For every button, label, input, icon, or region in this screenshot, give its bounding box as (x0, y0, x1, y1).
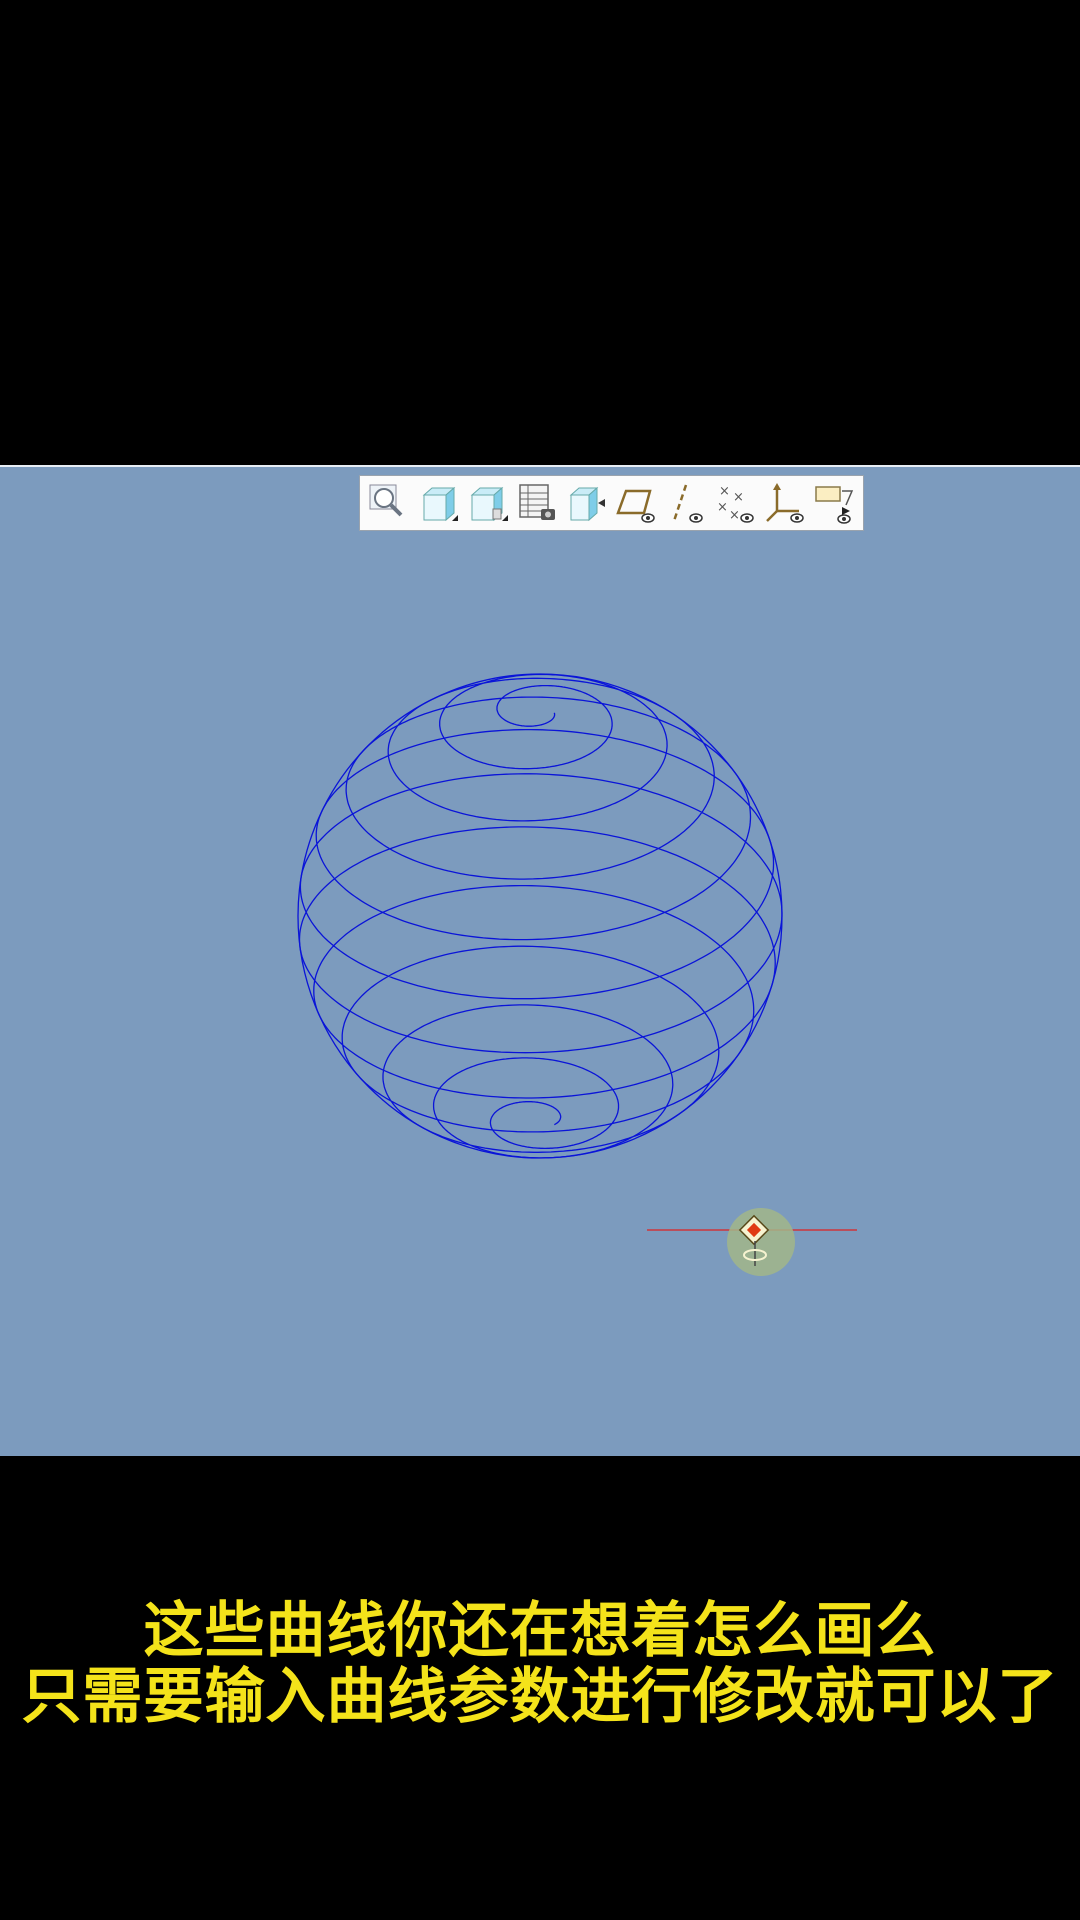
svg-text:×: × (719, 484, 730, 499)
coordinate-system-display-icon (765, 483, 804, 523)
datum-points-toggle[interactable]: × × × × (711, 478, 761, 528)
spin-center-highlight (727, 1208, 795, 1276)
datum-plane-display-icon (616, 489, 655, 523)
saved-views-button[interactable] (463, 478, 513, 528)
datum-axes-toggle[interactable] (661, 478, 711, 528)
view-orient-button[interactable] (414, 478, 464, 528)
layers-button[interactable] (513, 478, 563, 528)
svg-text:×: × (729, 508, 740, 523)
coordinate-systems-toggle[interactable] (760, 478, 810, 528)
coordinate-origin-marker[interactable] (640, 1200, 880, 1290)
reorient-cube-icon (569, 486, 605, 522)
svg-text:×: × (717, 500, 728, 515)
annotation-display-icon (815, 486, 854, 524)
annotations-toggle[interactable] (810, 478, 860, 528)
saved-view-icon (470, 486, 508, 522)
subtitle-captions: 这些曲线你还在想着怎么画么 只需要输入曲线参数进行修改就可以了 (0, 1598, 1080, 1730)
zoom-button[interactable] (364, 478, 414, 528)
datum-planes-toggle[interactable] (612, 478, 662, 528)
caption-line-1: 这些曲线你还在想着怎么画么 (143, 1596, 937, 1666)
spiral-curve-path (298, 673, 783, 1159)
zoom-magnifier-icon (369, 484, 403, 517)
datum-point-display-icon: × × × × (717, 484, 754, 523)
view-toolbar: × × × × (359, 475, 864, 531)
svg-text:×: × (733, 490, 744, 505)
spherical-spiral-curve[interactable] (250, 640, 830, 1220)
datum-axis-display-icon (672, 484, 703, 523)
view-cube-icon (422, 486, 459, 522)
layer-table-icon (519, 484, 556, 520)
reorient-button[interactable] (562, 478, 612, 528)
caption-line-2: 只需要输入曲线参数进行修改就可以了 (21, 1662, 1059, 1732)
